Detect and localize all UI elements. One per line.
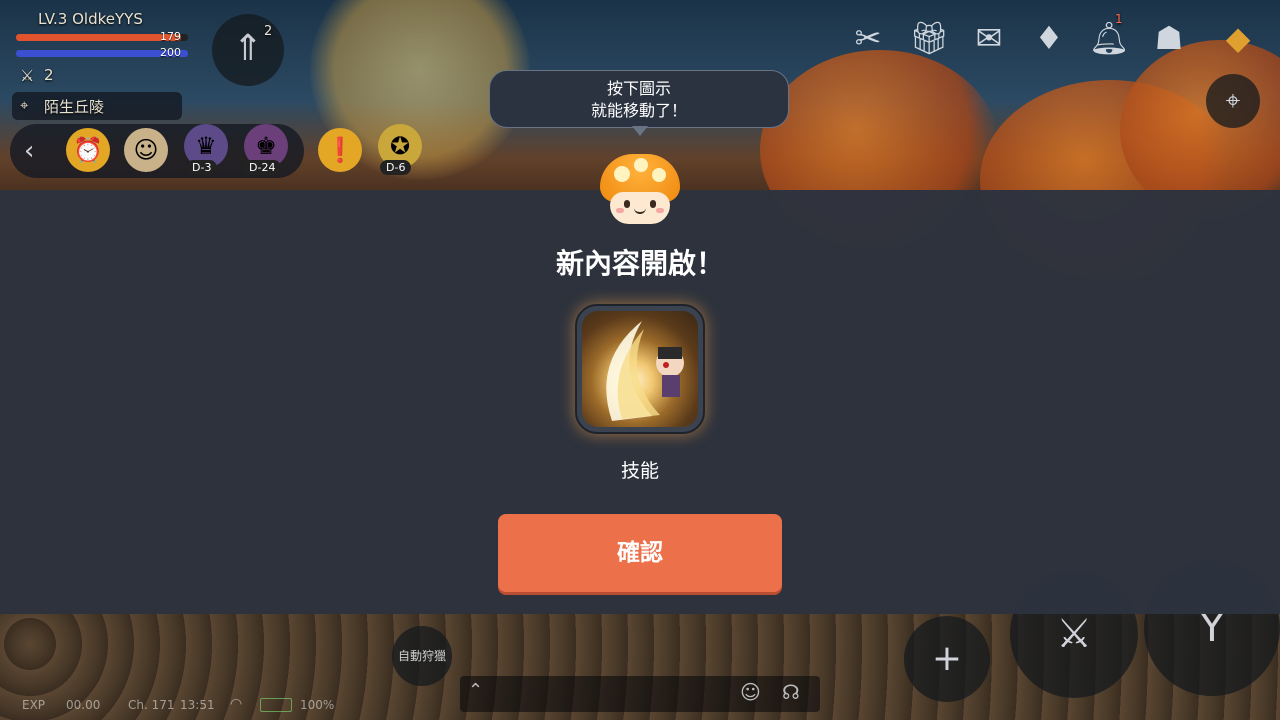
modal-title: 新內容開啟！ xyxy=(555,247,724,280)
bell-icon[interactable]: 🔔︎ xyxy=(1085,14,1133,62)
mp-value: 200 xyxy=(160,46,181,59)
tools-icon[interactable]: ✂ xyxy=(844,14,892,62)
mushroom-blush xyxy=(656,208,664,213)
notification-badge: 1 xyxy=(1115,12,1123,26)
mushroom-eye xyxy=(650,200,656,208)
mushroom-quest-icon[interactable]: ❗ xyxy=(318,128,362,172)
event-deadline-2: D-24 xyxy=(243,160,282,175)
tooltip-line-2: 就能移動了！ xyxy=(590,101,687,120)
power-up-button[interactable]: ⇑ 2 xyxy=(212,14,284,86)
hp-value: 179 xyxy=(160,30,181,43)
wifi-icon: ◠ xyxy=(230,696,243,712)
battery-level: 100% xyxy=(300,698,335,712)
mushroom-spot xyxy=(614,166,630,182)
clock-time: 13:51 xyxy=(180,698,215,712)
battery-icon xyxy=(260,698,292,712)
event-deadline-3: D-6 xyxy=(380,160,412,175)
exp-value: 00.00 xyxy=(66,698,101,712)
event-deadline-1: D-3 xyxy=(186,160,218,175)
tooltip-tail xyxy=(632,126,648,136)
slash-art xyxy=(606,321,684,421)
mushroom-face xyxy=(610,192,670,224)
alarm-clock-icon[interactable]: ⏰ xyxy=(66,128,110,172)
chevron-left-icon[interactable]: ‹ xyxy=(24,136,34,166)
mushroom-blush xyxy=(616,208,624,213)
confirm-button[interactable]: 確認 xyxy=(498,514,782,592)
channel-label: Ch. 171 xyxy=(128,698,175,712)
mushroom-spot xyxy=(634,158,648,172)
plus-icon[interactable]: + xyxy=(904,616,990,702)
exp-label: EXP xyxy=(22,698,46,712)
mushroom-spot xyxy=(652,168,666,182)
device-status-bar: EXP 00.00 Ch. 171 13:51 ◠ 100% xyxy=(0,694,1280,720)
mushroom-mouth xyxy=(634,206,646,214)
angel-icon[interactable]: ☺ xyxy=(124,128,168,172)
gift-icon[interactable]: 🎁︎ xyxy=(905,14,953,62)
tooltip-line-1: 按下圖示 xyxy=(606,79,671,98)
mushroom-eye xyxy=(624,200,630,208)
tooltip-bubble: 按下圖示 就能移動了！ xyxy=(489,70,789,128)
shop-bag-icon[interactable]: ♦ xyxy=(1025,14,1073,62)
mail-icon[interactable]: ✉ xyxy=(965,14,1013,62)
map-pin-icon: ⌖ xyxy=(20,96,29,114)
hp-bar-fill xyxy=(16,34,182,41)
swords-icon: ⚔ xyxy=(20,66,35,85)
player-level-name: LV.3 OldkeYYS xyxy=(38,10,143,28)
auto-hunt-button[interactable]: 自動狩獵 xyxy=(392,626,452,686)
location-name[interactable]: 陌生丘陵 xyxy=(44,96,104,117)
skill-slash-icon xyxy=(582,311,698,427)
power-badge: 2 xyxy=(264,24,273,39)
map-button[interactable]: ⌖ xyxy=(1206,74,1260,128)
combat-count: 2 xyxy=(44,66,54,84)
backpack-icon[interactable]: ☗ xyxy=(1145,14,1193,62)
unlocked-content-label: 技能 xyxy=(620,460,659,482)
menu-diamond-icon[interactable]: ◆ xyxy=(1214,14,1262,62)
